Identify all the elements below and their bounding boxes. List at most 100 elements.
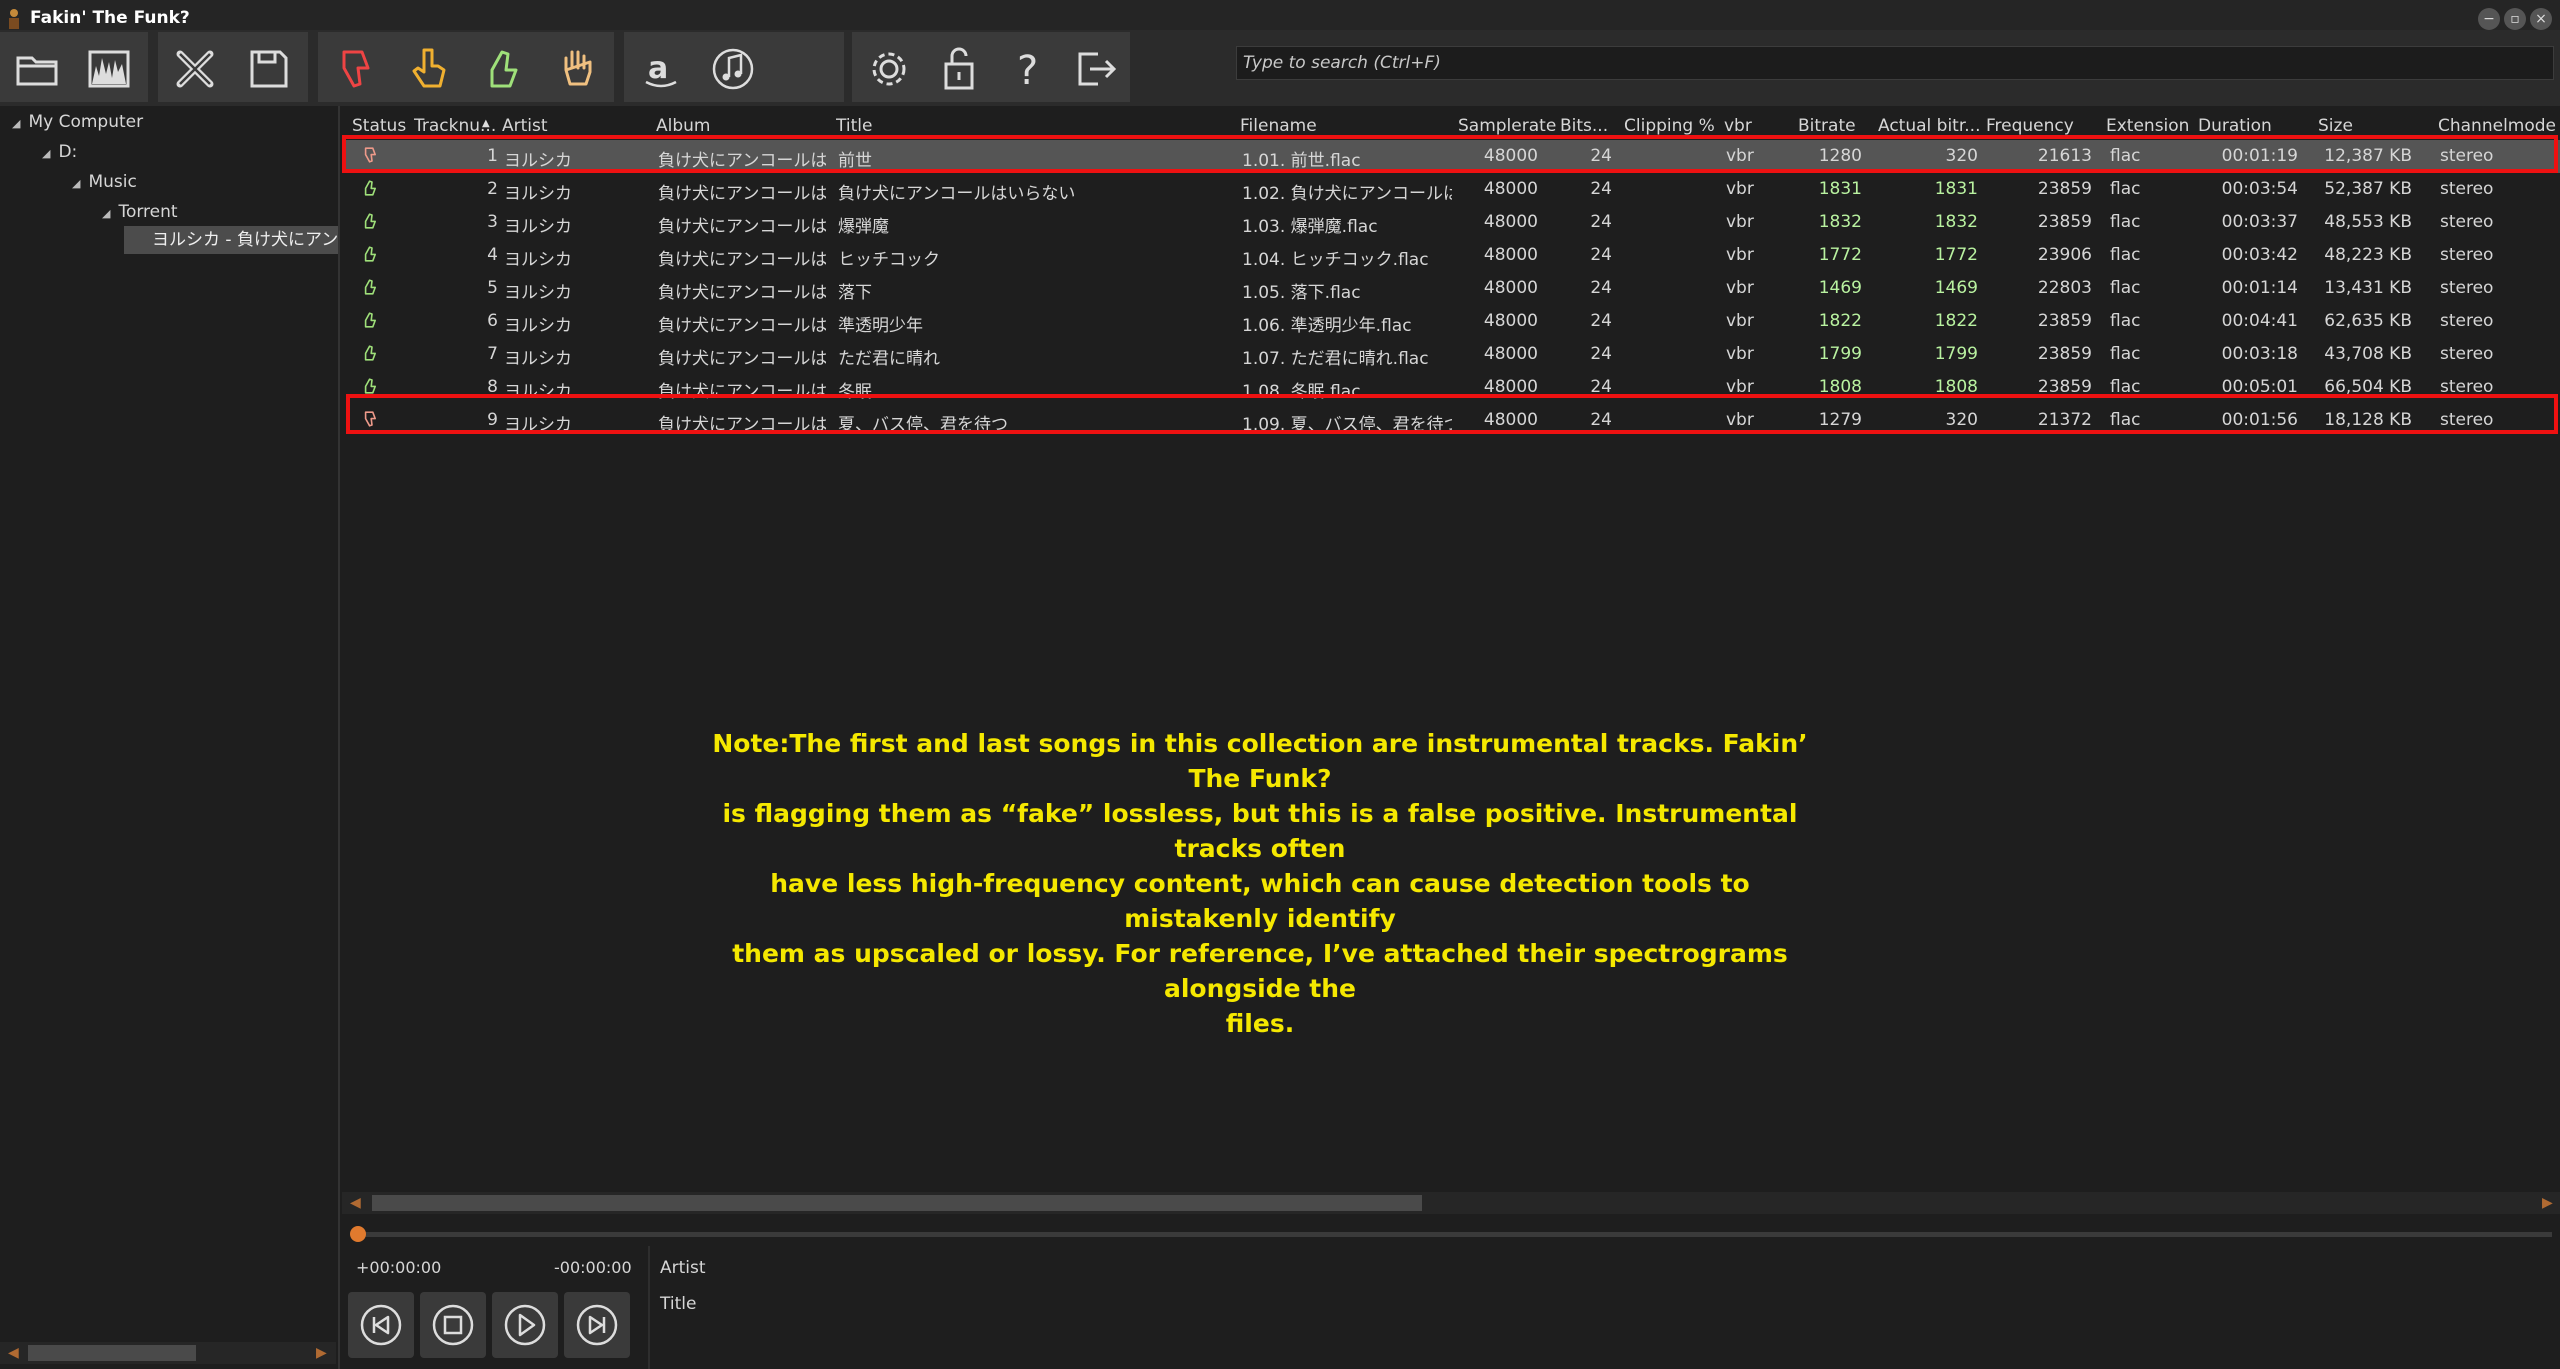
cell-vbr: vbr xyxy=(1726,311,1754,331)
clear-icon[interactable] xyxy=(162,36,228,102)
col-frequency[interactable]: Frequency xyxy=(1986,116,2106,136)
cell-actual: 1772 xyxy=(1934,245,1978,265)
cell-bitrate: 1832 xyxy=(1818,212,1862,232)
col-size[interactable]: Size xyxy=(2318,116,2428,136)
cell-duration: 00:03:54 xyxy=(2221,179,2298,199)
thumbs-up-icon xyxy=(360,277,380,302)
col-album[interactable]: Album xyxy=(656,116,826,136)
elapsed-time: +00:00:00 xyxy=(356,1258,442,1277)
cell-duration: 00:03:42 xyxy=(2221,245,2298,265)
col-title[interactable]: Title xyxy=(836,116,1226,136)
scroll-thumb[interactable] xyxy=(28,1345,196,1361)
expand-icon[interactable]: ◢ xyxy=(72,177,80,190)
cell-duration: 00:03:37 xyxy=(2221,212,2298,232)
stop-button[interactable] xyxy=(420,1292,486,1358)
cell-samplerate: 48000 xyxy=(1483,245,1538,265)
col-samplerate[interactable]: Samplerate xyxy=(1458,116,1558,136)
col-channelmode[interactable]: Channelmode xyxy=(2438,116,2560,136)
pointing-hand-icon[interactable] xyxy=(396,36,462,102)
thumbs-up-icon xyxy=(360,178,380,203)
cell-album: 負け犬にアンコールはいらない xyxy=(658,250,826,270)
seek-track[interactable] xyxy=(356,1232,2552,1237)
table-row[interactable]: 4 ヨルシカ 負け犬にアンコールはいらないヒッチコック 1.04. ヒッチコック.fl… xyxy=(342,239,2560,272)
play-button[interactable] xyxy=(492,1292,558,1358)
seek-handle[interactable] xyxy=(350,1226,366,1242)
cell-bitrate: 1831 xyxy=(1818,179,1862,199)
cell-track: 3 xyxy=(487,212,498,232)
scroll-right-icon[interactable]: ▶ xyxy=(316,1342,327,1364)
cell-actual: 1799 xyxy=(1934,344,1978,364)
table-row[interactable]: 2 ヨルシカ 負け犬にアンコールはいらない負け犬にアンコールはいらない 1.02. 負… xyxy=(342,173,2560,206)
save-icon[interactable] xyxy=(236,36,302,102)
unlock-icon[interactable] xyxy=(926,36,992,102)
cell-size: 13,431 KB xyxy=(2324,278,2412,298)
search-input[interactable]: Type to search (Ctrl+F) xyxy=(1236,46,2554,80)
cell-album: 負け犬にアンコールはいらない xyxy=(658,349,826,369)
blank-icon[interactable] xyxy=(772,36,838,102)
cell-title: 落下 xyxy=(838,283,872,303)
tree-item-torrent[interactable]: ◢ Torrent xyxy=(102,202,178,222)
scroll-thumb[interactable] xyxy=(372,1195,1422,1211)
artist-label: Artist xyxy=(660,1258,706,1278)
cell-ext: flac xyxy=(2110,278,2141,298)
open-folder-icon[interactable] xyxy=(4,36,70,102)
expand-icon[interactable]: ◢ xyxy=(42,147,50,160)
scroll-right-icon[interactable]: ▶ xyxy=(2542,1192,2553,1214)
cell-bitrate: 1799 xyxy=(1818,344,1862,364)
col-clipping[interactable]: Clipping % xyxy=(1624,116,1724,136)
app-icon xyxy=(9,9,19,29)
scroll-left-icon[interactable]: ◀ xyxy=(350,1192,361,1214)
previous-button[interactable] xyxy=(348,1292,414,1358)
tree-item-album-folder[interactable]: ヨルシカ - 負け犬にアンコールはいらない xyxy=(124,226,338,254)
cell-frequency: 23859 xyxy=(2037,212,2092,232)
col-bits[interactable]: Bits... xyxy=(1560,116,1620,136)
expand-icon[interactable]: ◢ xyxy=(12,117,20,130)
stop-icon xyxy=(432,1304,474,1346)
spectrum-icon[interactable] xyxy=(76,36,142,102)
expand-icon[interactable]: ◢ xyxy=(102,207,110,220)
table-row[interactable]: 7 ヨルシカ 負け犬にアンコールはいらないただ君に晴れ 1.07. ただ君に晴れ.fl… xyxy=(342,338,2560,371)
cell-filename: 1.05. 落下.flac xyxy=(1242,283,1361,303)
help-icon[interactable]: ? xyxy=(996,36,1062,102)
seek-bar[interactable] xyxy=(342,1224,2552,1244)
next-button[interactable] xyxy=(564,1292,630,1358)
table-horizontal-scrollbar[interactable]: ◀ ▶ xyxy=(342,1192,2560,1214)
minimize-button[interactable]: − xyxy=(2478,8,2500,30)
col-extension[interactable]: Extension xyxy=(2106,116,2196,136)
cell-bitrate: 1772 xyxy=(1818,245,1862,265)
col-actual-bitrate[interactable]: Actual bitr... xyxy=(1878,116,1988,136)
col-duration[interactable]: Duration xyxy=(2198,116,2308,136)
cell-samplerate: 48000 xyxy=(1483,344,1538,364)
tree-item-music[interactable]: ◢ Music xyxy=(72,172,137,192)
cell-filename: 1.07. ただ君に晴れ.flac xyxy=(1242,349,1429,369)
toolbar-group-edit xyxy=(158,32,308,102)
annotation-note: Note:The first and last songs in this co… xyxy=(700,726,1820,1041)
thumbs-up-icon[interactable] xyxy=(470,36,536,102)
cell-track: 6 xyxy=(487,311,498,331)
amazon-icon[interactable]: a xyxy=(628,36,694,102)
cell-artist: ヨルシカ xyxy=(504,316,572,336)
close-button[interactable]: × xyxy=(2530,8,2552,30)
tree-item-d-drive[interactable]: ◢ D: xyxy=(42,142,77,162)
table-row[interactable]: 3 ヨルシカ 負け犬にアンコールはいらない爆弾魔 1.03. 爆弾魔.flac 4800… xyxy=(342,206,2560,239)
col-vbr[interactable]: vbr xyxy=(1724,116,1794,136)
exit-icon[interactable] xyxy=(1062,36,1128,102)
maximize-button[interactable]: ▫ xyxy=(2504,8,2526,30)
col-status[interactable]: Status xyxy=(352,116,412,136)
settings-icon[interactable] xyxy=(856,36,922,102)
col-artist[interactable]: Artist xyxy=(502,116,652,136)
cell-filename: 1.03. 爆弾魔.flac xyxy=(1242,217,1378,237)
tree-horizontal-scrollbar[interactable]: ◀ ▶ xyxy=(0,1342,336,1364)
table-row[interactable]: 6 ヨルシカ 負け犬にアンコールはいらない準透明少年 1.06. 準透明少年.flac… xyxy=(342,305,2560,338)
cell-size: 62,635 KB xyxy=(2324,311,2412,331)
scroll-left-icon[interactable]: ◀ xyxy=(8,1342,19,1364)
sort-ascending-icon: ▲ xyxy=(482,118,490,129)
col-filename[interactable]: Filename xyxy=(1240,116,1450,136)
col-bitrate[interactable]: Bitrate xyxy=(1798,116,1878,136)
table-row[interactable]: 5 ヨルシカ 負け犬にアンコールはいらない落下 1.05. 落下.flac 48000 2… xyxy=(342,272,2560,305)
thumbs-down-icon[interactable] xyxy=(322,36,388,102)
tree-item-my-computer[interactable]: ◢ My Computer xyxy=(12,112,143,132)
music-note-icon[interactable] xyxy=(700,36,766,102)
cell-duration: 00:03:18 xyxy=(2221,344,2298,364)
stop-hand-icon[interactable] xyxy=(544,36,610,102)
